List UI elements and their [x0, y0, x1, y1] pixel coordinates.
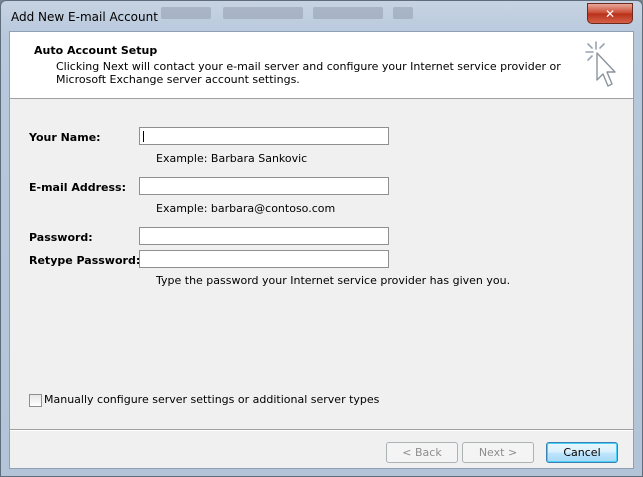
title-bar[interactable]: Add New E-mail Account ✕ [1, 1, 642, 33]
your-name-input[interactable] [139, 127, 389, 145]
email-label: E-mail Address: [29, 181, 126, 194]
next-button[interactable]: Next > [462, 442, 534, 463]
cursor-click-icon [585, 41, 616, 87]
background-toolbar-blur [223, 7, 303, 19]
text-caret [143, 131, 144, 142]
your-name-example: Example: Barbara Sankovic [156, 152, 308, 165]
cancel-button[interactable]: Cancel [546, 442, 618, 463]
dialog-window: Add New E-mail Account ✕ Auto Account Se… [0, 0, 643, 477]
window-title: Add New E-mail Account [11, 10, 158, 24]
password-input[interactable] [139, 227, 389, 245]
close-button[interactable]: ✕ [587, 3, 633, 24]
background-toolbar-blur [393, 7, 413, 19]
page-title: Auto Account Setup [34, 44, 158, 57]
manual-config-label[interactable]: Manually configure server settings or ad… [44, 393, 379, 406]
dialog-body: Auto Account Setup Clicking Next will co… [9, 31, 634, 469]
footer-divider [10, 429, 633, 431]
email-address-input[interactable] [139, 177, 389, 195]
password-label: Password: [29, 231, 93, 244]
manual-config-checkbox[interactable] [29, 394, 42, 407]
wizard-header: Auto Account Setup Clicking Next will co… [10, 32, 633, 99]
close-icon: ✕ [604, 6, 616, 21]
background-toolbar-blur [313, 7, 383, 19]
back-button[interactable]: < Back [386, 442, 458, 463]
password-hint: Type the password your Internet service … [156, 274, 511, 287]
retype-password-input[interactable] [139, 250, 389, 268]
page-description: Clicking Next will contact your e-mail s… [56, 60, 561, 86]
your-name-label: Your Name: [29, 131, 101, 144]
retype-password-label: Retype Password: [29, 254, 141, 267]
email-example: Example: barbara@contoso.com [156, 202, 336, 215]
background-toolbar-blur [161, 7, 211, 19]
